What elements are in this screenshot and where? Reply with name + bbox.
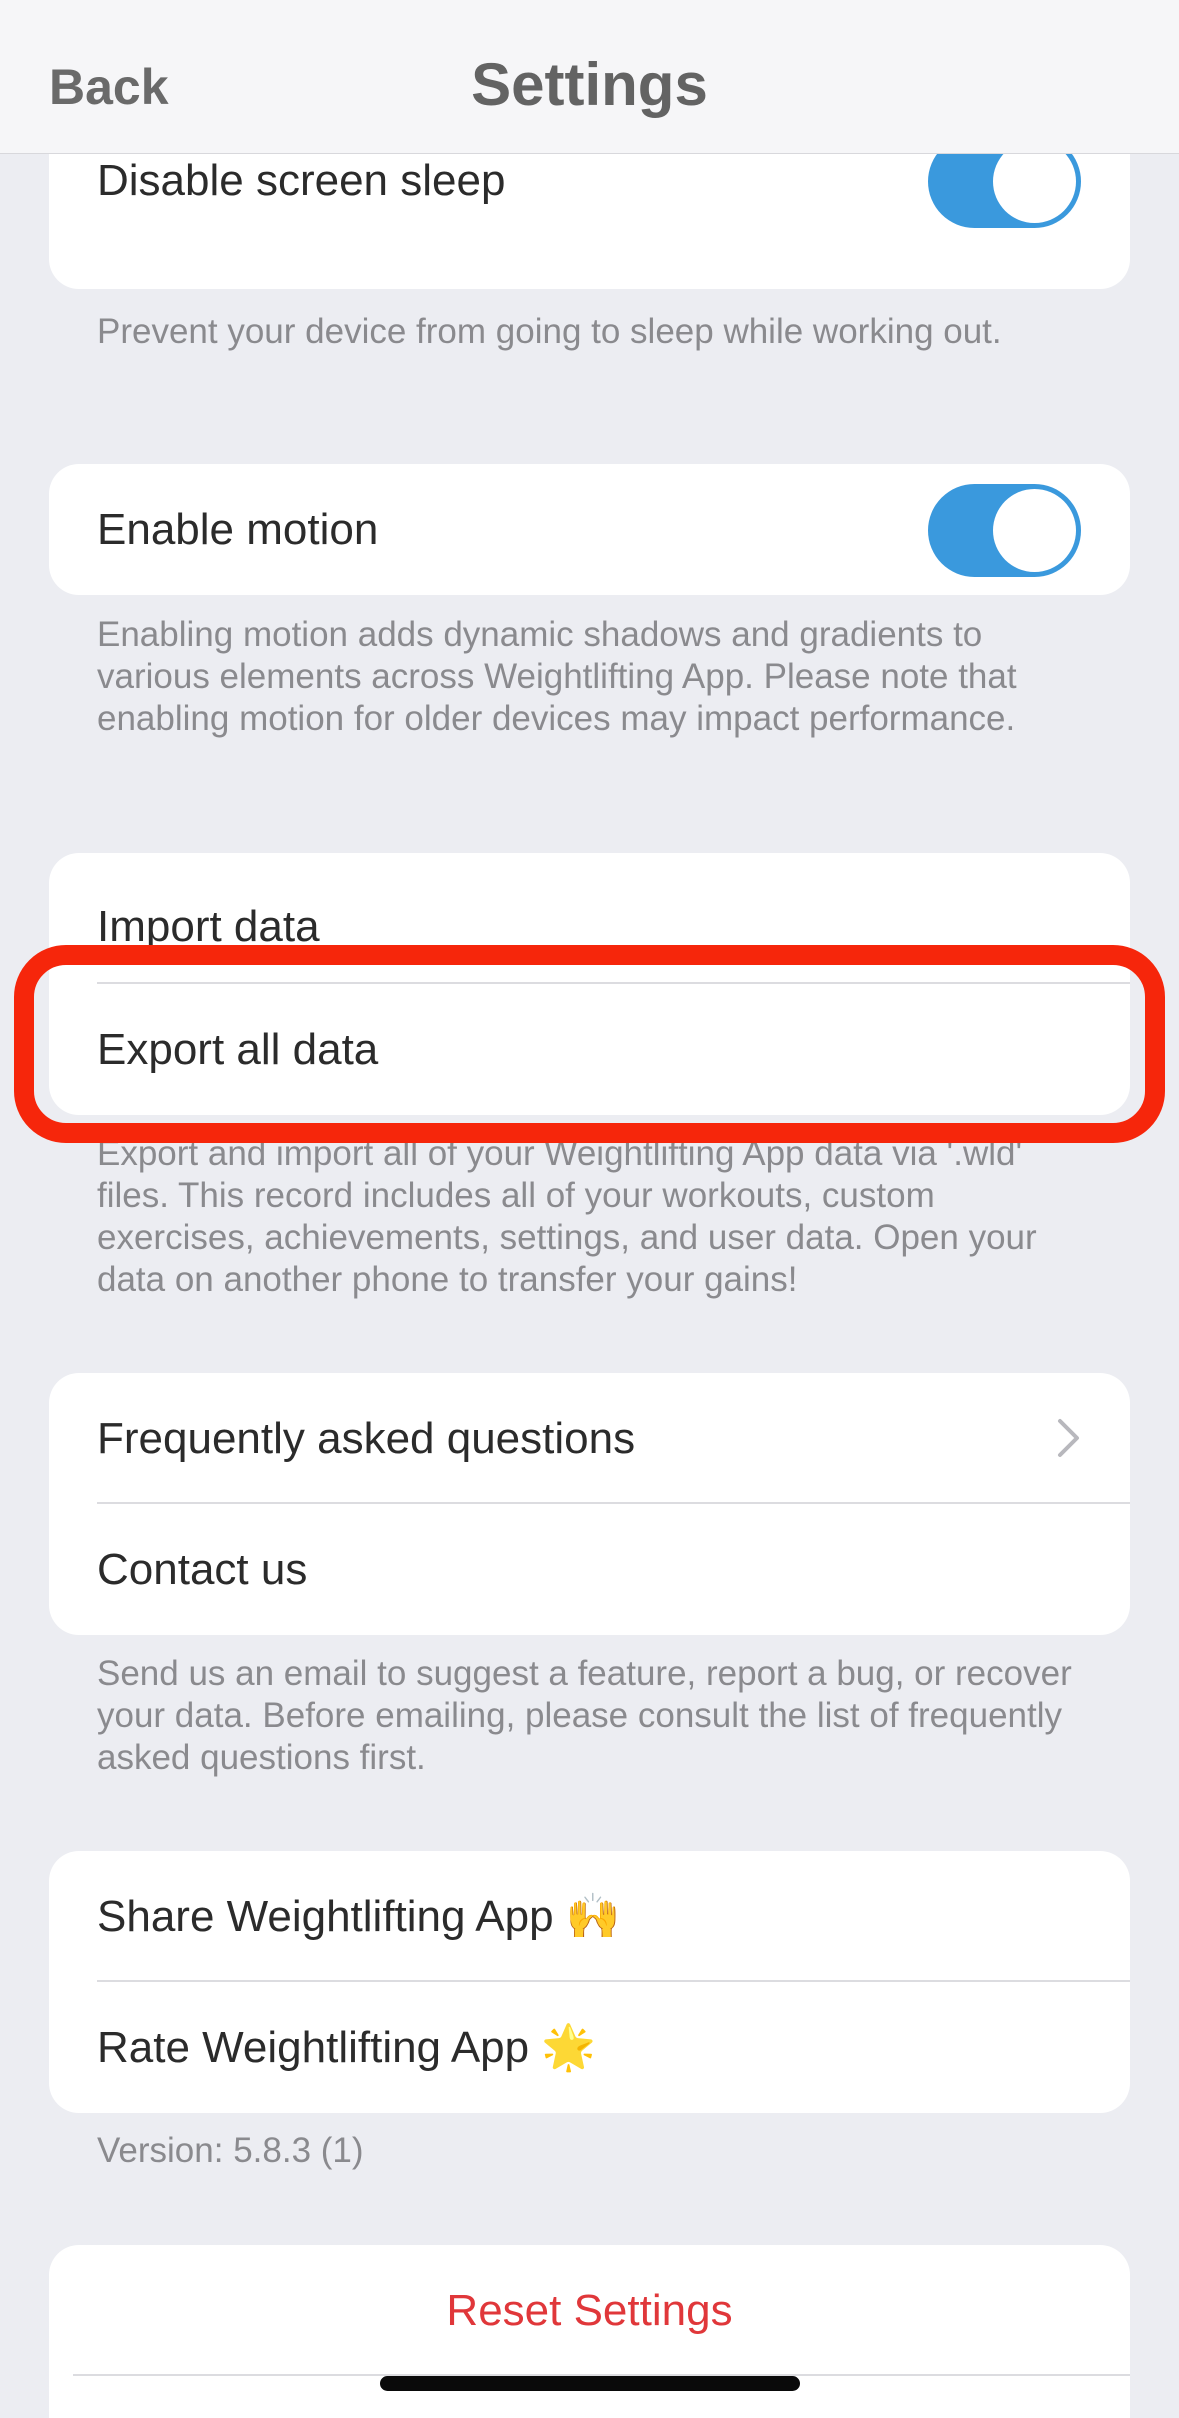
- rate-app-row[interactable]: Rate Weightlifting App 🌟: [49, 1982, 1130, 2113]
- share-app-row[interactable]: Share Weightlifting App 🙌: [49, 1851, 1130, 1982]
- export-all-data-row[interactable]: Export all data: [49, 984, 1130, 1115]
- home-indicator: [380, 2376, 800, 2391]
- enable-motion-label: Enable motion: [97, 505, 379, 554]
- enable-motion-row: Enable motion: [49, 464, 1130, 595]
- data-group: Import data Export all data: [49, 853, 1130, 1115]
- page-title: Settings: [471, 51, 708, 118]
- export-all-data-label: Export all data: [97, 1025, 379, 1074]
- share-app-label: Share Weightlifting App 🙌: [97, 1851, 621, 1982]
- contact-us-label: Contact us: [97, 1545, 308, 1594]
- faq-row[interactable]: Frequently asked questions: [49, 1373, 1130, 1504]
- star-icon: 🌟: [541, 2022, 597, 2073]
- chevron-right-icon: [1058, 1419, 1079, 1457]
- rate-app-text: Rate Weightlifting App: [97, 2023, 530, 2072]
- rate-app-label: Rate Weightlifting App 🌟: [97, 1982, 596, 2113]
- version-text: Version: 5.8.3 (1): [97, 2131, 364, 2170]
- share-group: Share Weightlifting App 🙌 Rate Weightlif…: [49, 1851, 1130, 2113]
- import-data-label: Import data: [97, 902, 320, 951]
- nav-bar: Back Settings: [0, 0, 1179, 154]
- contact-us-row[interactable]: Contact us: [49, 1504, 1130, 1635]
- motion-group: Enable motion: [49, 464, 1130, 595]
- disable-screen-sleep-row: Disable screen sleep: [49, 135, 1130, 289]
- data-note: Export and import all of your Weightlift…: [97, 1134, 1037, 1299]
- raised-hands-icon: 🙌: [565, 1891, 621, 1942]
- motion-note: Enabling motion adds dynamic shadows and…: [97, 615, 1017, 738]
- enable-motion-toggle[interactable]: [928, 484, 1081, 577]
- toggle-knob: [993, 489, 1076, 572]
- screen-sleep-note: Prevent your device from going to sleep …: [97, 312, 1002, 351]
- support-note: Send us an email to suggest a feature, r…: [97, 1654, 1072, 1777]
- reset-settings-button[interactable]: Reset Settings: [49, 2245, 1130, 2376]
- faq-label: Frequently asked questions: [97, 1414, 636, 1463]
- reset-group: Reset Settings: [49, 2245, 1130, 2418]
- reset-settings-row[interactable]: Reset Settings: [49, 2245, 1130, 2376]
- share-app-text: Share Weightlifting App: [97, 1892, 554, 1941]
- support-group: Frequently asked questions Contact us: [49, 1373, 1130, 1635]
- import-data-row[interactable]: Import data: [49, 853, 1130, 984]
